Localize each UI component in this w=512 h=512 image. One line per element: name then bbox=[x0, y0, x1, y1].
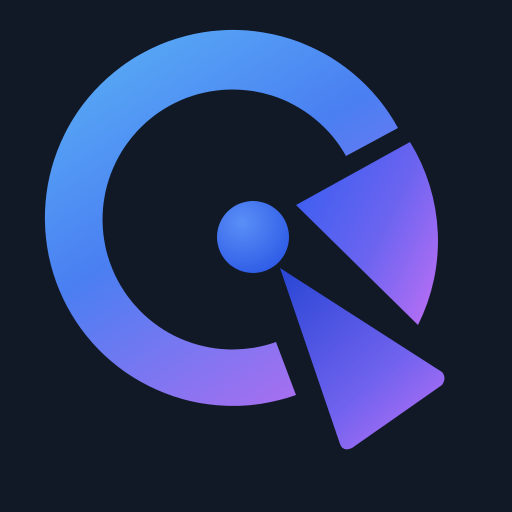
app-logo-icon bbox=[44, 29, 445, 450]
app-icon bbox=[0, 0, 512, 512]
center-dot bbox=[217, 201, 289, 273]
